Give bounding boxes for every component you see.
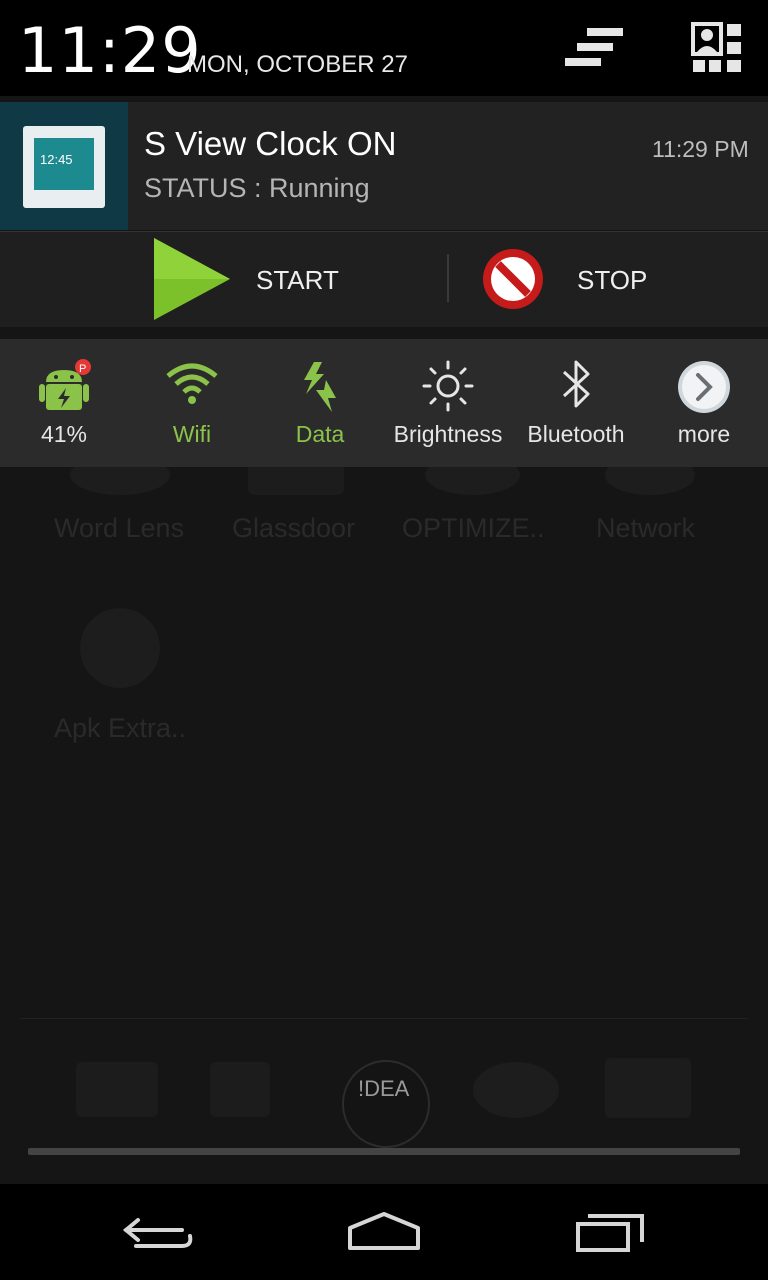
brightness-label: Brightness (393, 421, 503, 447)
app-label-word-lens: Word Lens (54, 513, 185, 543)
notification-status: STATUS : Running (144, 173, 370, 203)
action-divider (447, 254, 449, 302)
notification-card[interactable]: 12:45 (0, 102, 768, 230)
dock-app-drawer-icon (342, 1060, 430, 1148)
stop-icon[interactable] (479, 245, 547, 313)
home-icon[interactable] (344, 1206, 424, 1258)
thumb-clock-time: 12:45 (40, 152, 73, 167)
chevron-right-icon[interactable] (676, 359, 732, 415)
app-label-network: Network (596, 513, 696, 543)
data-icon[interactable] (296, 360, 352, 416)
app-label-optimize: OPTIMIZE.. (402, 513, 545, 543)
notification-title: S View Clock ON (144, 125, 397, 162)
wifi-icon[interactable] (164, 358, 220, 414)
dock-divider (20, 1018, 748, 1019)
brightness-icon[interactable] (420, 358, 476, 414)
data-label: Data (295, 421, 345, 447)
battery-android-icon[interactable]: P (36, 358, 92, 414)
start-button[interactable]: START (256, 265, 339, 296)
battery-label: 41% (40, 421, 88, 447)
app-icon-apk-extractor (80, 608, 160, 688)
dock-icon-chrome (473, 1062, 559, 1118)
clock-time: 11:29 (18, 14, 202, 87)
stop-button[interactable]: STOP (577, 265, 647, 296)
dock-label: !DEA (358, 1076, 410, 1101)
notification-app-icon: 12:45 (0, 102, 128, 230)
sview-cover-icon: 12:45 (23, 126, 105, 208)
clock-date: MON, OCTOBER 27 (187, 51, 408, 78)
dock-icon-4 (605, 1058, 691, 1118)
notification-time: 11:29 PM (652, 136, 749, 162)
back-icon[interactable] (122, 1206, 202, 1258)
quick-settings-icon[interactable] (563, 22, 623, 76)
recents-icon[interactable] (572, 1206, 652, 1258)
start-play-icon[interactable] (150, 236, 234, 322)
bluetooth-label: Bluetooth (527, 421, 625, 447)
svg-text:P: P (79, 363, 86, 375)
app-label-apk-extractor: Apk Extra.. (54, 713, 187, 743)
user-grid-icon[interactable] (689, 22, 745, 76)
notification-actions (0, 231, 768, 327)
dock-icon-1 (76, 1062, 158, 1117)
more-label: more (677, 421, 731, 447)
shade-header: 11:29 MON, OCTOBER 27 (0, 0, 768, 96)
app-label-glassdoor: Glassdoor (232, 513, 356, 543)
dock-icon-2 (210, 1062, 270, 1117)
wifi-label: Wifi (172, 421, 212, 447)
shade-drag-handle[interactable] (28, 1148, 740, 1155)
bluetooth-icon[interactable] (552, 358, 608, 414)
